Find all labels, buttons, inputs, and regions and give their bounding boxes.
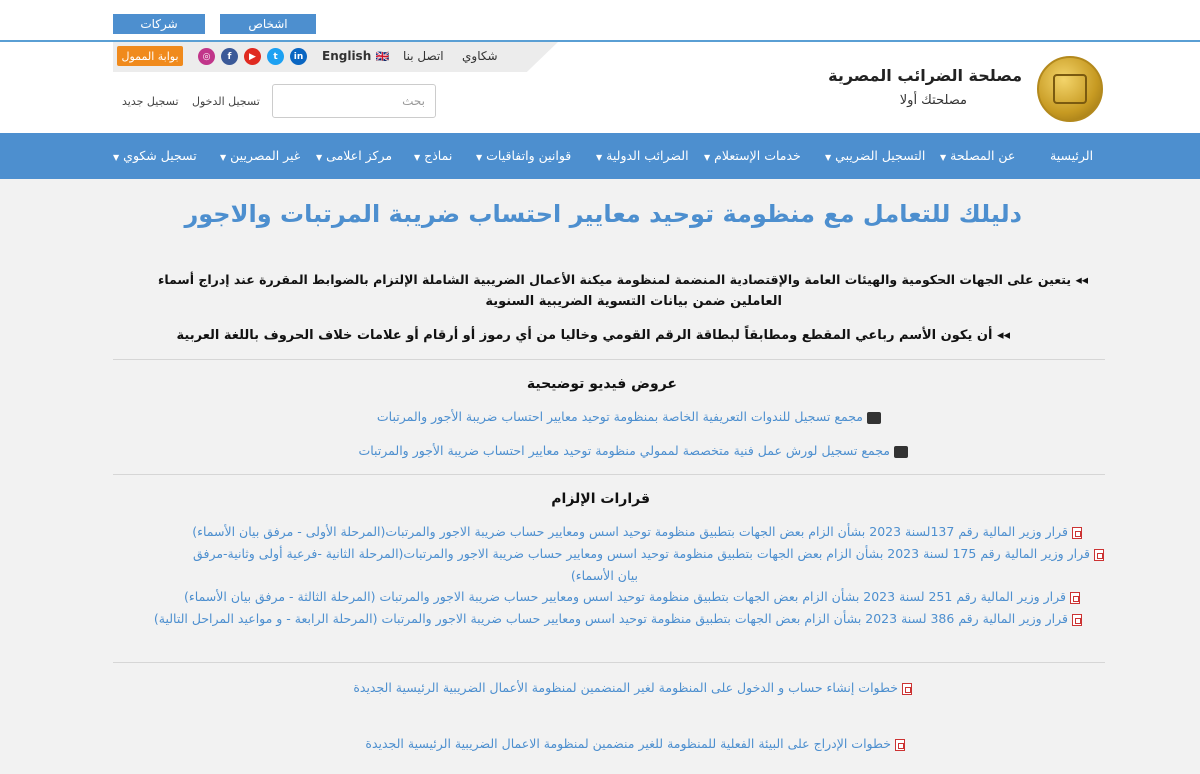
- pdf-icon: [1094, 548, 1104, 561]
- video-camera-icon: [867, 411, 881, 424]
- search-input[interactable]: [272, 84, 436, 118]
- chevron-down-icon: ▼: [316, 153, 323, 162]
- nav-media[interactable]: ▼ مركز اعلامى: [316, 148, 392, 163]
- video-link-2-label: مجمع تسجيل لورش عمل فنية متخصصة لممولي م…: [358, 443, 890, 458]
- nav-inquiry-services[interactable]: ▼ خدمات الإستعلام: [704, 148, 801, 163]
- nav-tax-registration[interactable]: ▼ التسجيل الضريبي: [825, 148, 925, 163]
- register-link[interactable]: تسجيل جديد: [122, 95, 179, 108]
- decisions-section-title: قرارات الإلزام: [551, 491, 650, 507]
- pdf-icon: [1070, 591, 1080, 604]
- chevron-down-icon: ▼: [220, 153, 227, 162]
- video-camera-icon: [894, 445, 908, 458]
- nav-international-taxes[interactable]: ▼ الضرائب الدولية: [596, 148, 689, 163]
- pdf-icon: [1072, 526, 1082, 539]
- rule-1-line-1: ◂◂ يتعين على الجهات الحكومية والهيئات ال…: [157, 272, 1088, 287]
- nav-complaint-registration[interactable]: ▼ تسجيل شكوي: [113, 148, 197, 163]
- nav-complaint-registration-label: تسجيل شكوي: [123, 148, 197, 163]
- linkedin-icon[interactable]: in: [290, 48, 307, 65]
- decision-link-4-label: قرار وزير المالية رقم 386 لسنة 2023 بشأن…: [153, 611, 1068, 626]
- chevron-down-icon: ▼: [414, 153, 421, 162]
- pdf-icon: [902, 682, 912, 695]
- chevron-down-icon: ▼: [704, 153, 711, 162]
- videos-section-title: عروض فيديو توضيحية: [526, 376, 677, 392]
- decision-link-4[interactable]: قرار وزير المالية رقم 386 لسنة 2023 بشأن…: [154, 611, 1082, 626]
- video-link-2[interactable]: مجمع تسجيل لورش عمل فنية متخصصة لممولي م…: [358, 443, 908, 458]
- uk-flag-icon: 🇬🇧: [375, 50, 390, 63]
- steps-link-1-label: خطوات إنشاء حساب و الدخول على المنظومة ل…: [353, 680, 898, 695]
- chevron-down-icon: ▼: [113, 153, 120, 162]
- english-label: English: [322, 49, 372, 63]
- decision-link-2-cont[interactable]: بيان الأسماء): [571, 568, 638, 583]
- brand-title: مصلحة الضرائب المصرية: [828, 66, 1022, 85]
- video-link-1[interactable]: مجمع تسجيل للندوات التعريفية الخاصة بمنظ…: [377, 409, 881, 424]
- divider: [113, 474, 1105, 475]
- complaints-link[interactable]: شكاوي: [462, 49, 498, 63]
- twitter-icon[interactable]: t: [267, 48, 284, 65]
- nav-tax-registration-label: التسجيل الضريبي: [835, 148, 926, 163]
- taxpayer-portal-button[interactable]: بوابة الممول: [117, 46, 183, 66]
- brand-subtitle: مصلحتك أولا: [899, 93, 967, 108]
- rule-1-line-2: العاملين ضمن بيانات التسوية الضريبية الس…: [485, 294, 782, 309]
- chevron-down-icon: ▼: [940, 153, 947, 162]
- nav-about-label: عن المصلحة: [950, 148, 1016, 163]
- nav-laws[interactable]: ▼ قوانين واتفاقيات: [476, 148, 571, 163]
- english-link[interactable]: English 🇬🇧: [322, 49, 389, 63]
- decision-link-1[interactable]: قرار وزير المالية رقم 137لسنة 2023 بشأن …: [192, 524, 1082, 539]
- nav-inquiry-services-label: خدمات الإستعلام: [714, 148, 801, 163]
- nav-media-label: مركز اعلامى: [326, 148, 393, 163]
- chevron-down-icon: ▼: [476, 153, 483, 162]
- steps-link-2[interactable]: خطوات الإدراج على البيئة الفعلية للمنظوم…: [365, 736, 905, 751]
- chevron-down-icon: ▼: [825, 153, 832, 162]
- contact-link[interactable]: اتصل بنا: [403, 49, 444, 63]
- rule-2: ◂◂ أن يكون الأسم رباعي المقطع ومطابقاً ل…: [176, 328, 1010, 343]
- nav-non-egyptians-label: غير المصريين: [230, 148, 301, 163]
- tab-individuals[interactable]: اشخاص: [220, 14, 316, 34]
- nav-forms[interactable]: ▼ نماذج: [414, 148, 452, 163]
- nav-non-egyptians[interactable]: ▼ غير المصريين: [220, 148, 300, 163]
- instagram-icon[interactable]: ◎: [198, 48, 215, 65]
- divider: [113, 662, 1105, 663]
- nav-forms-label: نماذج: [424, 148, 453, 163]
- nav-home[interactable]: الرئيسية: [1050, 148, 1093, 163]
- decision-link-2[interactable]: قرار وزير المالية رقم 175 لسنة 2023 بشأن…: [193, 546, 1104, 561]
- login-link[interactable]: تسجيل الدخول: [192, 95, 260, 108]
- page-title: دليلك للتعامل مع منظومة توحيد معايير احت…: [184, 200, 1022, 228]
- tab-companies[interactable]: شركات: [113, 14, 205, 34]
- divider: [113, 359, 1105, 360]
- steps-link-2-label: خطوات الإدراج على البيئة الفعلية للمنظوم…: [365, 736, 891, 751]
- pdf-icon: [895, 738, 905, 751]
- chevron-down-icon: ▼: [596, 153, 603, 162]
- nav-about[interactable]: ▼ عن المصلحة: [940, 148, 1015, 163]
- decision-link-3-label: قرار وزير المالية رقم 251 لسنة 2023 بشأن…: [184, 589, 1066, 604]
- eta-logo[interactable]: [1037, 56, 1103, 122]
- nav-international-taxes-label: الضرائب الدولية: [606, 148, 689, 163]
- pdf-icon: [1072, 613, 1082, 626]
- decision-link-3[interactable]: قرار وزير المالية رقم 251 لسنة 2023 بشأن…: [184, 589, 1080, 604]
- youtube-icon[interactable]: ▶: [244, 48, 261, 65]
- steps-link-1[interactable]: خطوات إنشاء حساب و الدخول على المنظومة ل…: [353, 680, 912, 695]
- logo-emblem: [1053, 74, 1087, 104]
- facebook-icon[interactable]: f: [221, 48, 238, 65]
- decision-link-2-label: قرار وزير المالية رقم 175 لسنة 2023 بشأن…: [193, 546, 1090, 561]
- decision-link-1-label: قرار وزير المالية رقم 137لسنة 2023 بشأن …: [192, 524, 1068, 539]
- video-link-1-label: مجمع تسجيل للندوات التعريفية الخاصة بمنظ…: [376, 409, 863, 424]
- nav-laws-label: قوانين واتفاقيات: [486, 148, 572, 163]
